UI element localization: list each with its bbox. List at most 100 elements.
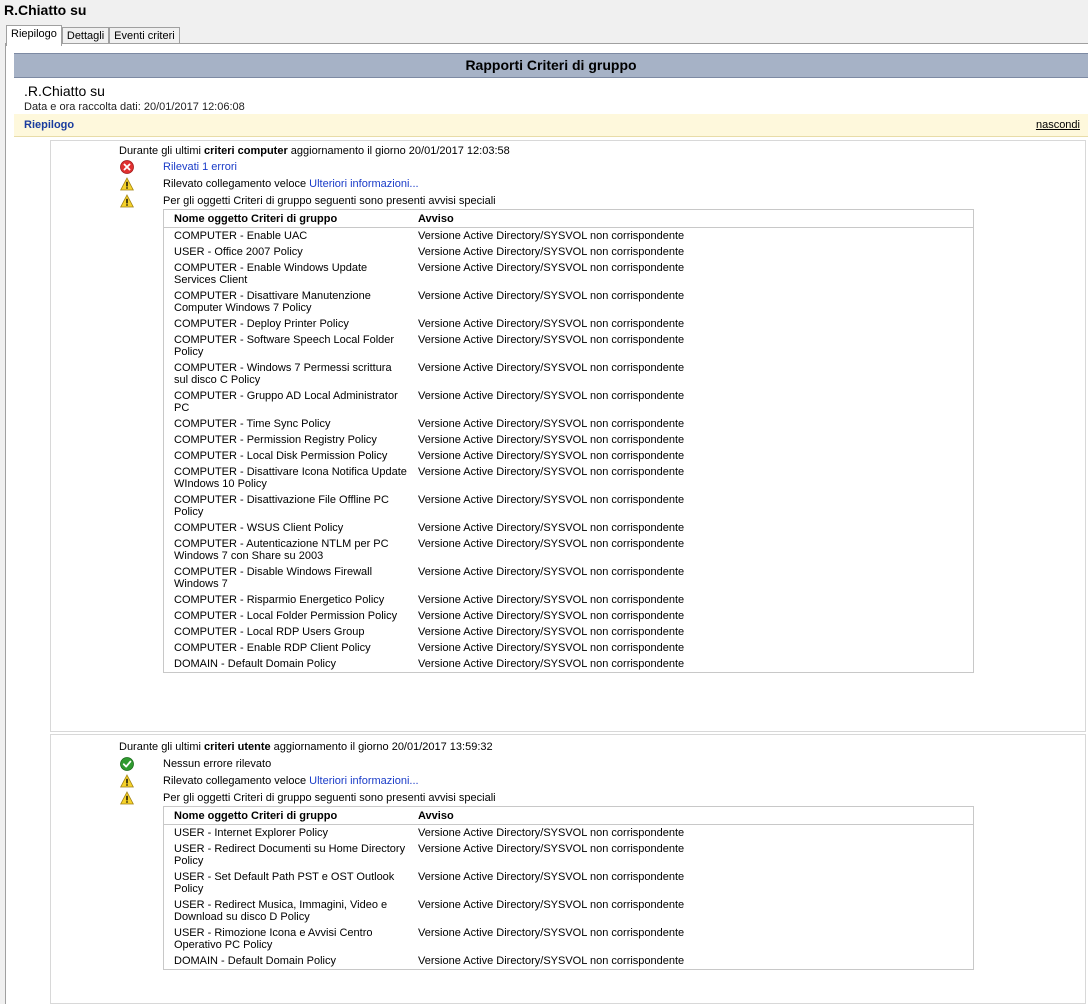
gpo-name-cell: DOMAIN - Default Domain Policy: [174, 658, 336, 670]
gpo-name-cell: COMPUTER - WSUS Client Policy: [174, 522, 344, 534]
gpo-name-cell: COMPUTER - Local Folder Permission Polic…: [174, 610, 398, 622]
gpo-name-cell: COMPUTER - Disattivare Manutenzione Comp…: [174, 290, 371, 314]
table-row: COMPUTER - Software Speech Local Folder …: [164, 332, 974, 360]
gpo-name-cell: COMPUTER - Risparmio Energetico Policy: [174, 594, 385, 606]
gpo-warning-cell: Versione Active Directory/SYSVOL non cor…: [418, 843, 685, 855]
window-title: R.Chiatto su: [4, 2, 87, 18]
user-section: Durante gli ultimi criteri utente aggior…: [50, 734, 1086, 1004]
gpo-warning-cell: Versione Active Directory/SYSVOL non cor…: [418, 566, 685, 578]
table-row: COMPUTER - Risparmio Energetico Policy Ve…: [164, 592, 974, 608]
collection-time: Data e ora raccolta dati: 20/01/2017 12:…: [24, 101, 245, 113]
gpo-warning-cell: Versione Active Directory/SYSVOL non cor…: [418, 334, 685, 346]
gpo-warning-cell: Versione Active Directory/SYSVOL non cor…: [418, 899, 685, 911]
table-row: COMPUTER - Gruppo AD Local Administrator…: [164, 388, 974, 416]
computer-gpo-table: Nome oggetto Criteri di gruppo Avviso CO…: [163, 209, 974, 673]
gpo-warning-cell: Versione Active Directory/SYSVOL non cor…: [418, 871, 685, 883]
gpo-warning-cell: Versione Active Directory/SYSVOL non cor…: [418, 658, 685, 670]
success-check-icon: [120, 757, 134, 771]
heading-suffix: aggiornamento il giorno 20/01/2017 13:59…: [270, 741, 493, 753]
gpo-warning-cell: Versione Active Directory/SYSVOL non cor…: [418, 494, 685, 506]
gpo-warning-cell: Versione Active Directory/SYSVOL non cor…: [418, 927, 685, 939]
heading-bold: criteri utente: [203, 741, 271, 753]
computer-name: .R.Chiatto su: [24, 83, 105, 99]
hide-link[interactable]: nascondi: [1036, 119, 1080, 131]
table-row: COMPUTER - Disattivare Icona Notifica Up…: [164, 464, 974, 492]
error-icon: [120, 160, 134, 174]
user-gpo-table: Nome oggetto Criteri di gruppo Avviso US…: [163, 806, 974, 970]
warning-icon: [120, 194, 134, 208]
warning-icon: [120, 791, 134, 805]
gpo-warning-cell: Versione Active Directory/SYSVOL non cor…: [418, 450, 685, 462]
table-row: COMPUTER - WSUS Client Policy Versione Ac…: [164, 520, 974, 536]
heading-prefix: Durante gli ultimi: [119, 145, 204, 157]
more-info-link[interactable]: Ulteriori informazioni...: [309, 775, 418, 787]
column-header-name: Nome oggetto Criteri di gruppo: [163, 806, 408, 825]
fast-link-text: Rilevato collegamento veloce: [163, 775, 310, 787]
gpo-name-cell: USER - Office 2007 Policy: [174, 246, 303, 258]
more-info-link[interactable]: Ulteriori informazioni...: [309, 178, 418, 190]
computer-section-heading: Durante gli ultimi criteri computer aggi…: [119, 145, 510, 157]
column-header-name: Nome oggetto Criteri di gruppo: [163, 209, 408, 228]
gpo-name-cell: COMPUTER - Software Speech Local Folder …: [174, 334, 395, 358]
table-row: USER - Office 2007 Policy Versione Active…: [164, 244, 974, 260]
table-row: USER - Redirect Musica, Immagini, Video …: [164, 897, 974, 925]
gpo-warning-cell: Versione Active Directory/SYSVOL non cor…: [418, 642, 685, 654]
table-row: COMPUTER - Enable Windows Update Service…: [164, 260, 974, 288]
gpo-name-cell: COMPUTER - Enable UAC: [174, 230, 308, 242]
gpo-name-cell: COMPUTER - Permission Registry Policy: [174, 434, 377, 446]
tab-strip: Riepilogo Dettagli Eventi criteri: [6, 25, 180, 46]
heading-prefix: Durante gli ultimi: [119, 741, 204, 753]
gpo-warning-cell: Versione Active Directory/SYSVOL non cor…: [418, 390, 685, 402]
gpo-name-cell: USER - Internet Explorer Policy: [174, 827, 329, 839]
report-header: Rapporti Criteri di gruppo: [14, 53, 1088, 78]
fast-link-row: Rilevato collegamento veloce Ulteriori i…: [163, 775, 419, 787]
gpo-name-cell: COMPUTER - Deploy Printer Policy: [174, 318, 349, 330]
computer-section: Durante gli ultimi criteri computer aggi…: [50, 140, 1086, 732]
warning-icon: [120, 774, 134, 788]
gpo-name-cell: COMPUTER - Autenticazione NTLM per PC Wi…: [174, 538, 389, 562]
table-row: USER - Internet Explorer Policy Versione …: [164, 825, 974, 842]
fast-link-row: Rilevato collegamento veloce Ulteriori i…: [163, 178, 419, 190]
table-row: DOMAIN - Default Domain Policy Versione A…: [164, 953, 974, 970]
table-row: USER - Set Default Path PST e OST Outloo…: [164, 869, 974, 897]
table-row: COMPUTER - Enable UAC Versione Active Dir…: [164, 228, 974, 245]
gpo-name-cell: COMPUTER - Time Sync Policy: [174, 418, 331, 430]
table-row: COMPUTER - Permission Registry Policy Ver…: [164, 432, 974, 448]
tab-riepilogo[interactable]: Riepilogo: [6, 25, 62, 46]
gpo-warning-cell: Versione Active Directory/SYSVOL non cor…: [418, 827, 685, 839]
gpo-warning-cell: Versione Active Directory/SYSVOL non cor…: [418, 418, 685, 430]
errors-link[interactable]: Rilevati 1 errori: [163, 161, 237, 173]
table-row: COMPUTER - Local Disk Permission Policy V…: [164, 448, 974, 464]
table-row: COMPUTER - Local RDP Users Group Versione…: [164, 624, 974, 640]
gpo-name-cell: COMPUTER - Enable RDP Client Policy: [174, 642, 371, 654]
gpo-warning-cell: Versione Active Directory/SYSVOL non cor…: [418, 626, 685, 638]
table-row: COMPUTER - Time Sync Policy Versione Acti…: [164, 416, 974, 432]
table-row: COMPUTER - Disable Windows Firewall Wind…: [164, 564, 974, 592]
summary-bar: Riepilogo nascondi: [14, 114, 1088, 137]
gpo-warning-cell: Versione Active Directory/SYSVOL non cor…: [418, 434, 685, 446]
gpo-name-cell: COMPUTER - Local RDP Users Group: [174, 626, 365, 638]
fast-link-text: Rilevato collegamento veloce: [163, 178, 310, 190]
table-row: COMPUTER - Local Folder Permission Polic…: [164, 608, 974, 624]
gpo-warning-cell: Versione Active Directory/SYSVOL non cor…: [418, 318, 685, 330]
gpo-name-cell: USER - Redirect Documenti su Home Direct…: [174, 843, 406, 867]
gpo-name-cell: COMPUTER - Local Disk Permission Policy: [174, 450, 388, 462]
gpo-name-cell: USER - Set Default Path PST e OST Outloo…: [174, 871, 395, 895]
gpo-name-cell: COMPUTER - Disattivare Icona Notifica Up…: [174, 466, 407, 490]
gpo-name-cell: COMPUTER - Disattivazione File Offline P…: [174, 494, 389, 518]
special-warnings-text: Per gli oggetti Criteri di gruppo seguen…: [163, 792, 496, 804]
table-row: COMPUTER - Deploy Printer Policy Versione…: [164, 316, 974, 332]
gpo-warning-cell: Versione Active Directory/SYSVOL non cor…: [418, 362, 685, 374]
gpo-name-cell: COMPUTER - Disable Windows Firewall Wind…: [174, 566, 373, 590]
column-header-warning: Avviso: [408, 209, 974, 228]
gpo-warning-cell: Versione Active Directory/SYSVOL non cor…: [418, 466, 685, 478]
column-header-warning: Avviso: [408, 806, 974, 825]
special-warnings-text: Per gli oggetti Criteri di gruppo seguen…: [163, 195, 496, 207]
table-row: USER - Redirect Documenti su Home Direct…: [164, 841, 974, 869]
user-section-heading: Durante gli ultimi criteri utente aggior…: [119, 741, 493, 753]
gpo-warning-cell: Versione Active Directory/SYSVOL non cor…: [418, 246, 685, 258]
gpo-warning-cell: Versione Active Directory/SYSVOL non cor…: [418, 610, 685, 622]
gpo-warning-cell: Versione Active Directory/SYSVOL non cor…: [418, 262, 685, 274]
gpo-warning-cell: Versione Active Directory/SYSVOL non cor…: [418, 522, 685, 534]
warning-icon: [120, 177, 134, 191]
